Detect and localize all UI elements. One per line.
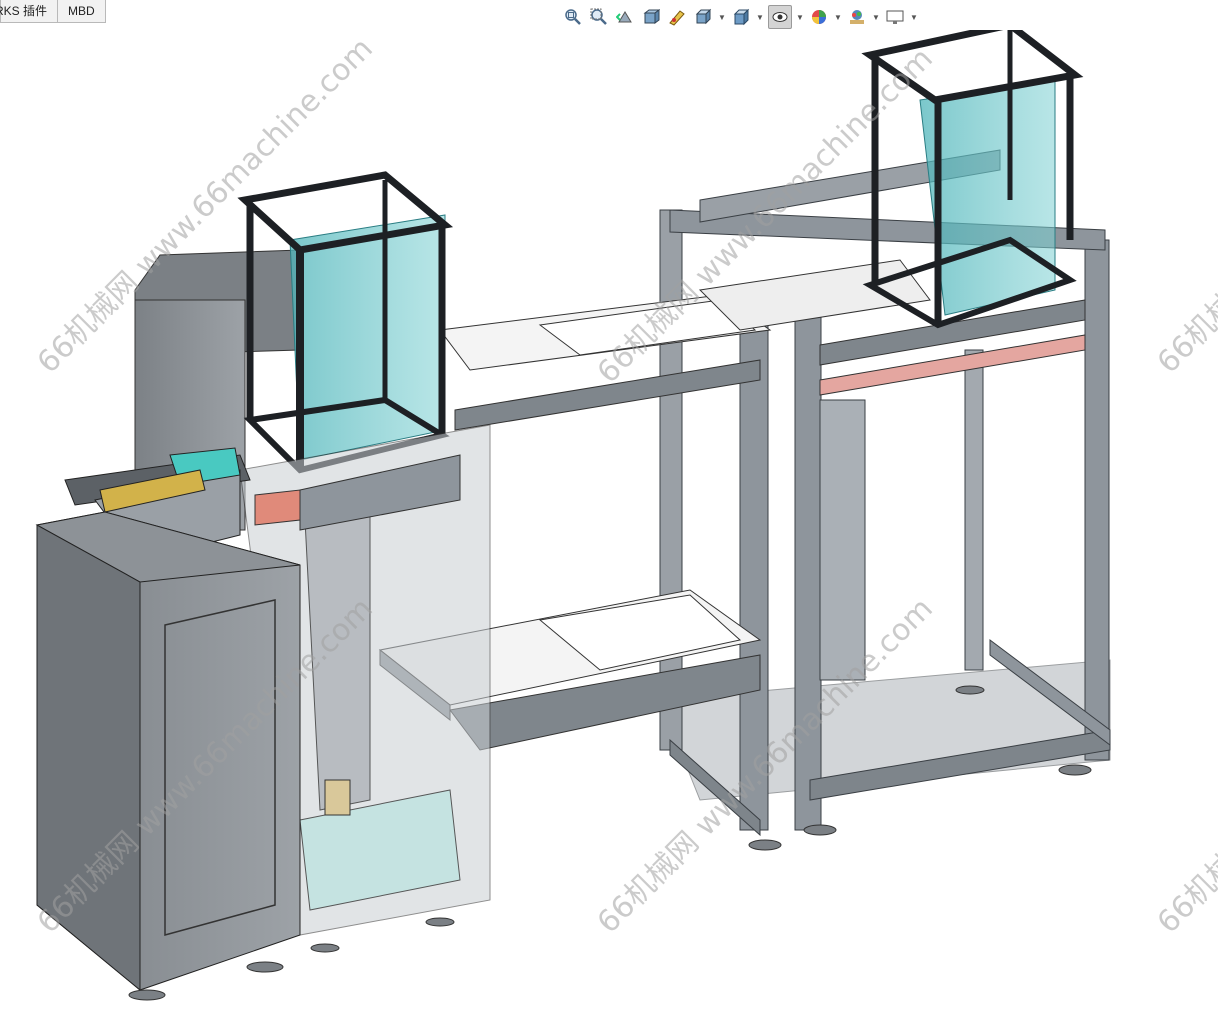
previous-view-icon[interactable]: [614, 6, 636, 28]
tab-solidworks-addins[interactable]: RKS 插件: [0, 0, 59, 23]
chevron-down-icon[interactable]: ▼: [756, 6, 764, 28]
heads-up-view-toolbar: ▼ ▼ ▼ ▼ ▼ ▼: [562, 4, 918, 30]
chevron-down-icon[interactable]: ▼: [718, 6, 726, 28]
chevron-down-icon[interactable]: ▼: [910, 6, 918, 28]
chevron-down-icon[interactable]: ▼: [834, 6, 842, 28]
command-manager-tabs: RKS 插件 MBD: [0, 0, 106, 24]
electrical-cabinet: [35, 511, 301, 992]
display-style-icon[interactable]: [730, 6, 752, 28]
appearance-sphere-icon[interactable]: [808, 6, 830, 28]
hide-show-eye-icon[interactable]: [768, 5, 792, 29]
scene-icon[interactable]: [846, 6, 868, 28]
assembly-model: [35, 21, 1111, 1001]
monitor-icon[interactable]: [884, 6, 906, 28]
zoom-area-icon[interactable]: [588, 6, 610, 28]
section-view-icon[interactable]: [640, 6, 662, 28]
annotation-icon[interactable]: [666, 6, 688, 28]
view-orientation-icon[interactable]: [692, 6, 714, 28]
chevron-down-icon[interactable]: ▼: [796, 6, 804, 28]
tab-mbd[interactable]: MBD: [57, 0, 106, 23]
graphics-area[interactable]: 66机械网 www.66machine.com 66机械网 www.66mach…: [0, 21, 1218, 1010]
zoom-fit-icon[interactable]: [562, 6, 584, 28]
chevron-down-icon[interactable]: ▼: [872, 6, 880, 28]
